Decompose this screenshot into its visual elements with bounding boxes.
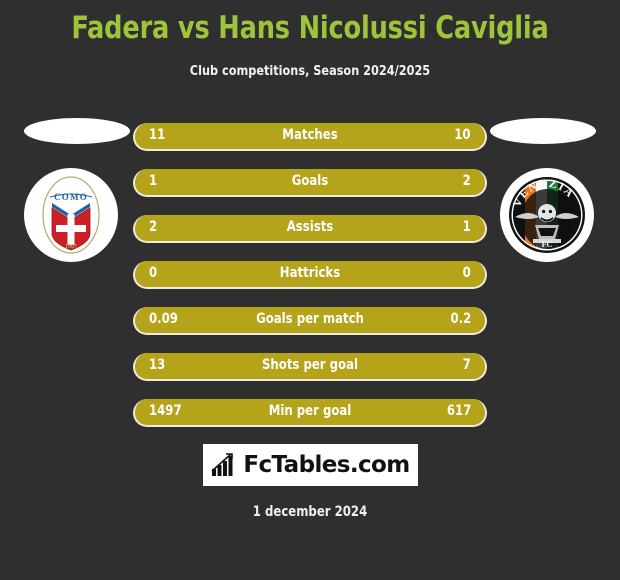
- home-team-logo: COMO 1907: [18, 118, 136, 263]
- svg-text:COMO: COMO: [54, 192, 88, 202]
- stat-away-value: 617: [446, 403, 471, 419]
- stat-row: 0.09 Goals per match 0.2: [133, 307, 487, 335]
- stat-row: 13 Shots per goal 7: [133, 353, 487, 381]
- stat-away-value: 0: [462, 265, 471, 281]
- stat-label: Goals: [291, 173, 329, 189]
- away-logo-disc: VENEZIA FC: [500, 168, 594, 262]
- stat-row: 0 Hattricks 0: [133, 261, 487, 289]
- stat-label: Min per goal: [268, 403, 352, 419]
- svg-text:FC: FC: [542, 240, 553, 249]
- away-team-logo: VENEZIA FC: [484, 118, 602, 263]
- svg-text:1907: 1907: [65, 244, 77, 250]
- stats-list: 11 Matches 10 1 Goals 2 2 Assists 1 0 Ha…: [133, 123, 487, 445]
- home-logo-disc: COMO 1907: [24, 168, 118, 262]
- fctables-logo-text: FcTables.com: [243, 452, 410, 478]
- stat-away-value: 10: [454, 127, 471, 143]
- stat-row: 2 Assists 1: [133, 215, 487, 243]
- fctables-logo[interactable]: FcTables.com: [203, 444, 418, 486]
- page-title: Fadera vs Hans Nicolussi Caviglia: [71, 10, 549, 46]
- venezia-crest-icon: VENEZIA FC: [506, 174, 588, 256]
- stats-comparison-page: Fadera vs Hans Nicolussi Caviglia Club c…: [0, 0, 620, 580]
- away-logo-ellipse-backdrop: [490, 118, 596, 144]
- stat-label: Goals per match: [256, 311, 364, 327]
- page-subtitle: Club competitions, Season 2024/2025: [189, 63, 431, 79]
- stat-away-value: 7: [462, 357, 471, 373]
- stat-away-value: 1: [462, 219, 471, 235]
- stat-label: Hattricks: [279, 265, 341, 281]
- stat-row: 1497 Min per goal 617: [133, 399, 487, 427]
- stat-label: Assists: [286, 219, 334, 235]
- stat-row: 1 Goals 2: [133, 169, 487, 197]
- stat-away-value: 0.2: [450, 311, 471, 327]
- stat-label: Shots per goal: [261, 357, 359, 373]
- home-logo-ellipse-backdrop: [24, 118, 130, 144]
- stat-row: 11 Matches 10: [133, 123, 487, 151]
- como-crest-icon: COMO 1907: [42, 176, 100, 254]
- stat-away-value: 2: [462, 173, 471, 189]
- stat-label: Matches: [282, 127, 338, 143]
- bar-chart-growth-icon: [211, 453, 234, 476]
- footer-date: 1 december 2024: [252, 504, 368, 520]
